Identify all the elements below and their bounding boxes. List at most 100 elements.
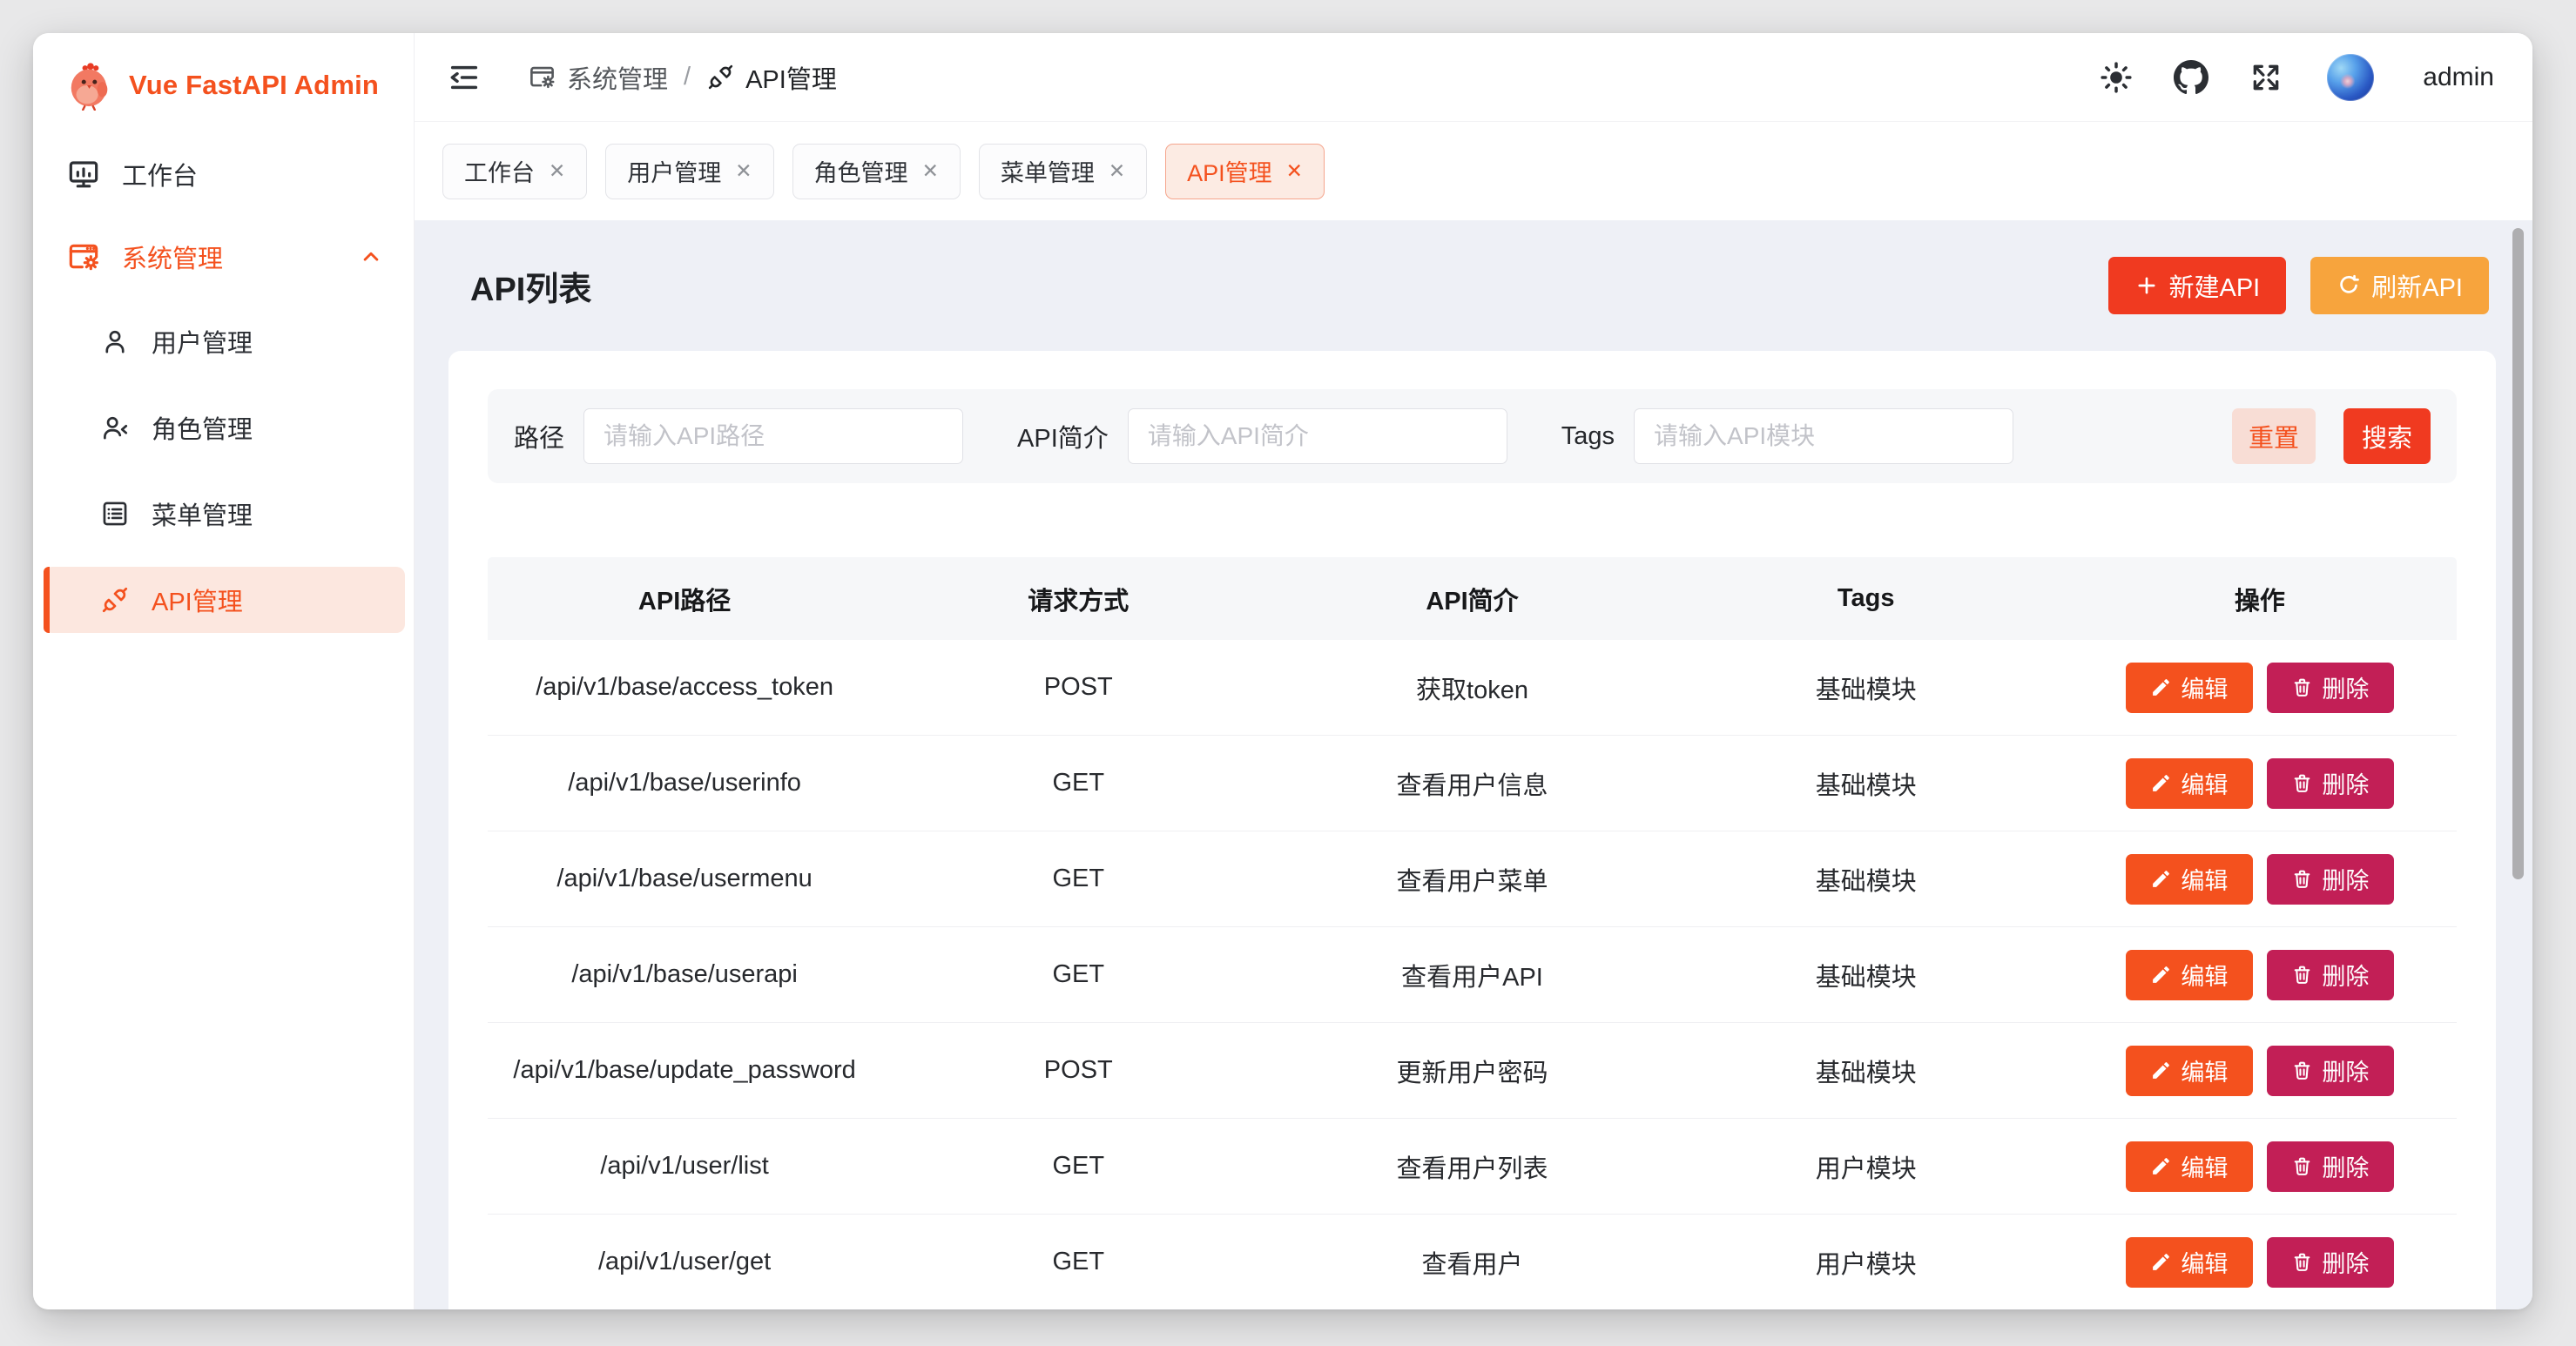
menu-list-icon — [99, 498, 131, 529]
delete-button[interactable]: 删除 — [2267, 663, 2394, 713]
app-logo[interactable]: Vue FastAPI Admin — [33, 33, 414, 111]
close-icon[interactable]: ✕ — [1286, 159, 1303, 183]
sidebar-item-label: API管理 — [152, 582, 243, 618]
trash-icon — [2291, 964, 2313, 986]
table-row: /api/v1/base/update_password POST 更新用户密码… — [488, 1023, 2457, 1119]
cell-actions: 编辑 删除 — [2063, 950, 2457, 1000]
sidebar-item-workbench[interactable]: 工作台 — [44, 143, 405, 205]
sidebar-item-roles[interactable]: 角色管理 — [44, 394, 405, 461]
breadcrumb-label: API管理 — [745, 59, 837, 96]
fullscreen-icon[interactable] — [2247, 58, 2285, 97]
api-list-card: 路径 API简介 Tags 重置 搜索 API路径 请求方式 — [448, 351, 2496, 1309]
menu-fold-icon[interactable] — [446, 59, 482, 96]
edit-button[interactable]: 编辑 — [2126, 758, 2253, 809]
create-api-label: 新建API — [2169, 267, 2261, 304]
delete-button[interactable]: 删除 — [2267, 950, 2394, 1000]
tab-label: 工作台 — [464, 154, 535, 188]
user-icon — [99, 326, 131, 357]
username[interactable]: admin — [2423, 63, 2494, 92]
edit-button[interactable]: 编辑 — [2126, 1141, 2253, 1192]
path-filter-input[interactable] — [583, 408, 963, 464]
cell-method: GET — [881, 1152, 1275, 1181]
sidebar-item-menus[interactable]: 菜单管理 — [44, 481, 405, 547]
tab-label: 角色管理 — [814, 154, 908, 188]
cell-actions: 编辑 删除 — [2063, 1046, 2457, 1096]
vertical-scrollbar[interactable] — [2512, 228, 2524, 879]
user-avatar[interactable] — [2327, 54, 2374, 101]
delete-label: 删除 — [2322, 958, 2369, 992]
tab-chip[interactable]: API管理 ✕ — [1165, 144, 1325, 199]
pencil-icon — [2150, 1251, 2172, 1273]
filter-panel: 路径 API简介 Tags 重置 搜索 — [488, 389, 2457, 483]
sidebar-item-api[interactable]: API管理 — [44, 567, 405, 633]
tags-filter-input[interactable] — [1634, 408, 2013, 464]
delete-button[interactable]: 删除 — [2267, 854, 2394, 905]
cell-tags: 基础模块 — [1669, 1053, 2063, 1089]
edit-button[interactable]: 编辑 — [2126, 663, 2253, 713]
delete-label: 删除 — [2322, 766, 2369, 800]
trash-icon — [2291, 1155, 2313, 1177]
cell-actions: 编辑 删除 — [2063, 1141, 2457, 1192]
column-header-path: API路径 — [488, 581, 881, 617]
summary-filter-input[interactable] — [1128, 408, 1507, 464]
app-window: Vue FastAPI Admin 工作台 — [33, 33, 2532, 1309]
plug-api-icon — [706, 63, 735, 91]
cell-summary: 获取token — [1275, 670, 1669, 706]
breadcrumb-label: 系统管理 — [567, 59, 668, 96]
delete-button[interactable]: 删除 — [2267, 1046, 2394, 1096]
theme-sun-icon[interactable] — [2097, 58, 2135, 97]
close-icon[interactable]: ✕ — [1109, 159, 1125, 183]
refresh-icon — [2337, 273, 2361, 298]
page-actions: 新建API 刷新API — [2108, 257, 2490, 314]
tab-chip[interactable]: 角色管理 ✕ — [792, 144, 961, 199]
sidebar-menu: 工作台 系统管理 — [33, 143, 414, 633]
edit-button[interactable]: 编辑 — [2126, 1046, 2253, 1096]
cell-api-path: /api/v1/user/list — [488, 1152, 881, 1181]
pencil-icon — [2150, 772, 2172, 794]
trash-icon — [2291, 676, 2313, 698]
table-row: /api/v1/user/get GET 查看用户 用户模块 编辑 — [488, 1215, 2457, 1309]
column-header-tags: Tags — [1669, 584, 2063, 613]
edit-label: 编辑 — [2181, 1245, 2228, 1279]
cell-tags: 基础模块 — [1669, 957, 2063, 993]
close-icon[interactable]: ✕ — [922, 159, 939, 183]
chevron-up-icon — [358, 244, 384, 270]
tab-chip[interactable]: 工作台 ✕ — [442, 144, 587, 199]
cell-summary: 查看用户列表 — [1275, 1148, 1669, 1185]
summary-filter-label: API简介 — [1017, 418, 1109, 454]
delete-label: 删除 — [2322, 862, 2369, 896]
edit-button[interactable]: 编辑 — [2126, 1237, 2253, 1288]
cell-api-path: /api/v1/base/userapi — [488, 960, 881, 989]
plug-api-icon — [99, 584, 131, 616]
refresh-api-button[interactable]: 刷新API — [2310, 257, 2489, 314]
delete-button[interactable]: 删除 — [2267, 758, 2394, 809]
tab-label: API管理 — [1187, 154, 1272, 188]
create-api-button[interactable]: 新建API — [2108, 257, 2287, 314]
edit-label: 编辑 — [2181, 958, 2228, 992]
close-icon[interactable]: ✕ — [549, 159, 565, 183]
cell-api-path: /api/v1/user/get — [488, 1248, 881, 1276]
cell-method: GET — [881, 1248, 1275, 1276]
sidebar-item-system[interactable]: 系统管理 — [44, 225, 405, 288]
reset-button[interactable]: 重置 — [2232, 408, 2316, 464]
cell-actions: 编辑 删除 — [2063, 758, 2457, 809]
cell-tags: 用户模块 — [1669, 1244, 2063, 1281]
api-table: API路径 请求方式 API简介 Tags 操作 /api/v1/base/ac… — [488, 557, 2457, 1309]
delete-button[interactable]: 删除 — [2267, 1141, 2394, 1192]
cell-api-path: /api/v1/base/userinfo — [488, 769, 881, 798]
edit-button[interactable]: 编辑 — [2126, 950, 2253, 1000]
trash-icon — [2291, 1251, 2313, 1273]
tab-chip[interactable]: 菜单管理 ✕ — [979, 144, 1147, 199]
github-icon[interactable] — [2172, 58, 2210, 97]
search-button[interactable]: 搜索 — [2343, 408, 2431, 464]
plus-icon — [2134, 273, 2159, 298]
column-header-actions: 操作 — [2063, 581, 2457, 617]
close-icon[interactable]: ✕ — [735, 159, 752, 183]
edit-button[interactable]: 编辑 — [2126, 854, 2253, 905]
tab-chip[interactable]: 用户管理 ✕ — [605, 144, 773, 199]
table-row: /api/v1/base/userinfo GET 查看用户信息 基础模块 编辑 — [488, 736, 2457, 831]
sidebar-item-users[interactable]: 用户管理 — [44, 308, 405, 374]
breadcrumb-item-api[interactable]: API管理 — [706, 59, 837, 96]
breadcrumb-item-system[interactable]: 系统管理 — [528, 59, 668, 96]
delete-button[interactable]: 删除 — [2267, 1237, 2394, 1288]
